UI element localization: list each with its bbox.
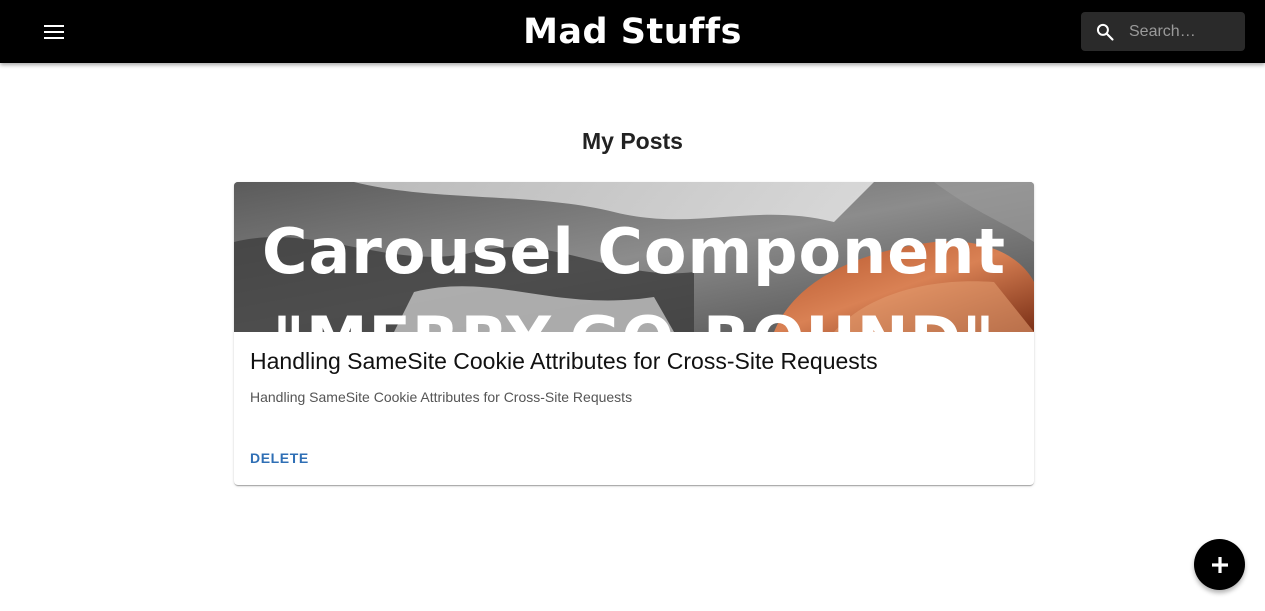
search-box[interactable] [1081,12,1245,51]
menu-icon [44,25,64,39]
page-title: My Posts [582,128,683,154]
app-title: Mad Stuffs [523,12,742,52]
delete-button[interactable]: DELETE [242,444,317,472]
post-summary: Handling SameSite Cookie Attributes for … [250,389,633,405]
post-image-caption-secondary: "MERRY-GO-ROUND" [234,300,1034,332]
search-icon [1081,12,1129,51]
menu-button[interactable] [34,12,74,52]
add-icon [1211,556,1228,573]
post-image-caption: Carousel Component [261,215,1007,288]
add-post-button[interactable] [1194,539,1245,590]
search-input[interactable] [1129,12,1239,51]
post-card-image: Carousel Component "MERRY-GO-ROUND" [234,182,1034,332]
app-bar: Mad Stuffs [0,0,1265,63]
post-title: Handling SameSite Cookie Attributes for … [250,348,878,374]
post-card[interactable]: Carousel Component "MERRY-GO-ROUND" Hand… [234,182,1034,485]
